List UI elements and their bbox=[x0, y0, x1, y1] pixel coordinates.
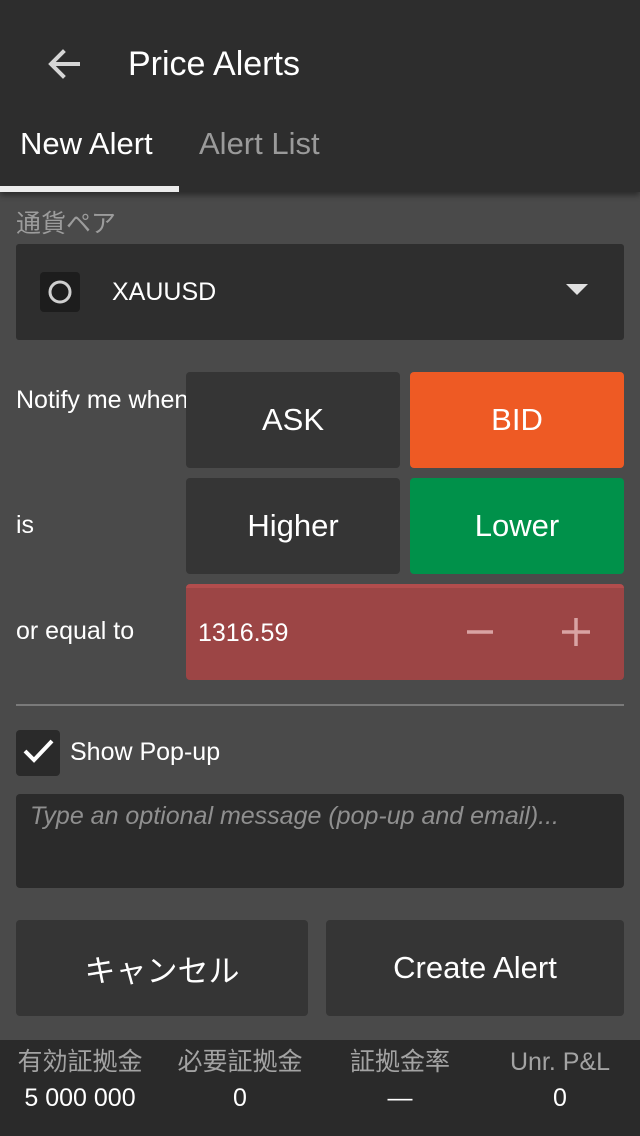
active-tab-indicator bbox=[0, 186, 179, 192]
currency-pair-value: XAUUSD bbox=[112, 278, 217, 306]
lower-button[interactable]: Lower bbox=[410, 478, 624, 574]
arrow-left-icon bbox=[44, 44, 84, 88]
unrealized-pl-stat: Unr. P&L 0 bbox=[480, 1040, 640, 1114]
chevron-down-icon bbox=[566, 284, 588, 295]
stat-label: 必要証拠金 bbox=[177, 1048, 303, 1076]
page-title: Price Alerts bbox=[128, 45, 300, 83]
price-stepper[interactable]: 1316.59 bbox=[186, 584, 624, 680]
account-summary-bar: 有効証拠金 5 000 000 必要証拠金 0 証拠金率 — Unr. P&L … bbox=[0, 1040, 640, 1136]
show-popup-checkbox[interactable] bbox=[16, 730, 60, 776]
stat-label: 有効証拠金 bbox=[17, 1048, 143, 1076]
price-input[interactable]: 1316.59 bbox=[198, 614, 288, 652]
required-margin-stat: 必要証拠金 0 bbox=[160, 1040, 320, 1114]
increment-button[interactable] bbox=[548, 606, 604, 662]
currency-pair-dropdown[interactable]: XAUUSD bbox=[16, 244, 624, 340]
ask-button[interactable]: ASK bbox=[186, 372, 400, 468]
app-bar: Price Alerts New Alert Alert List bbox=[0, 0, 640, 192]
notify-label: Notify me when bbox=[16, 386, 189, 414]
higher-button[interactable]: Higher bbox=[186, 478, 400, 574]
message-input[interactable] bbox=[16, 794, 624, 888]
margin-ratio-stat: 証拠金率 — bbox=[320, 1040, 480, 1114]
equity-stat: 有効証拠金 5 000 000 bbox=[0, 1040, 160, 1114]
cancel-button[interactable]: キャンセル bbox=[16, 920, 308, 1016]
stat-label: Unr. P&L bbox=[509, 1048, 611, 1076]
plus-icon bbox=[559, 615, 593, 653]
tab-new-alert[interactable]: New Alert bbox=[20, 118, 153, 170]
checkmark-icon bbox=[21, 734, 55, 772]
bid-button[interactable]: BID bbox=[410, 372, 624, 468]
tab-alert-list[interactable]: Alert List bbox=[199, 118, 320, 170]
equal-to-label: or equal to bbox=[16, 617, 135, 645]
stat-value: 5 000 000 bbox=[24, 1084, 136, 1112]
currency-circle-icon bbox=[40, 272, 80, 312]
stat-value: 0 bbox=[553, 1084, 567, 1112]
stat-label: 証拠金率 bbox=[349, 1048, 450, 1076]
currency-pair-label: 通貨ペア bbox=[16, 209, 117, 238]
stat-value: 0 bbox=[233, 1084, 247, 1112]
create-alert-button[interactable]: Create Alert bbox=[326, 920, 624, 1016]
divider bbox=[16, 704, 624, 706]
decrement-button[interactable] bbox=[452, 606, 508, 662]
direction-label: is bbox=[16, 511, 35, 539]
minus-icon bbox=[463, 615, 497, 653]
stat-value: — bbox=[387, 1084, 413, 1112]
back-button[interactable] bbox=[36, 38, 92, 94]
show-popup-label[interactable]: Show Pop-up bbox=[70, 734, 220, 770]
